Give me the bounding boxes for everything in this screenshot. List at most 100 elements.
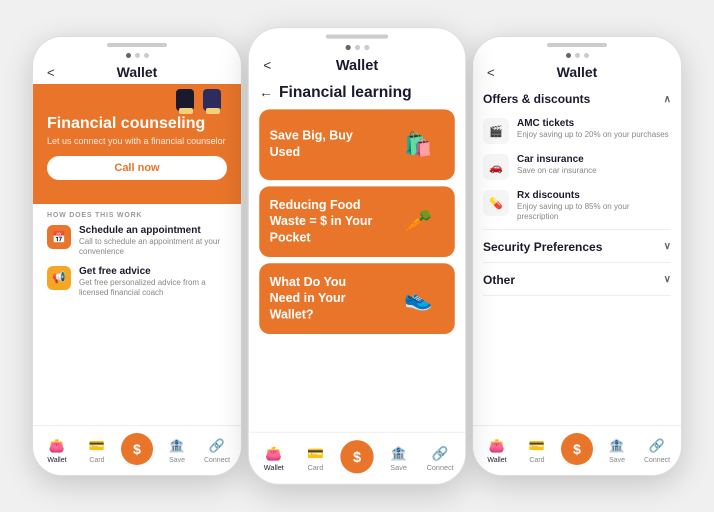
shoe-icon: 👟: [392, 273, 444, 325]
nav-connect-label: Connect: [204, 457, 230, 464]
amc-text: AMC tickets Enjoy saving up to 20% on yo…: [517, 118, 669, 140]
nav-save-label[interactable]: 🏦 Save: [378, 444, 420, 472]
nav-connect-label: Connect: [644, 457, 670, 464]
notch-bar: [326, 34, 388, 38]
save-icon: 🏦: [389, 444, 408, 463]
nav-card-label: Card: [529, 457, 544, 464]
nav-connect-label: Connect: [427, 465, 454, 472]
phone-2-content: ← Financial learning Save Big, Buy Used …: [249, 77, 465, 432]
security-title: Security Preferences: [483, 240, 602, 254]
save-icon: 🏦: [608, 437, 626, 455]
call-now-button[interactable]: Call now: [47, 156, 227, 180]
phone-notch-2: [249, 28, 465, 40]
nav-connect[interactable]: 🔗 Connect: [637, 437, 677, 464]
card-icon: 💳: [306, 444, 325, 463]
car-icon: 🚗: [483, 154, 509, 180]
how-item-1-desc: Call to schedule an appointment at your …: [79, 237, 227, 258]
nav-connect[interactable]: 🔗 Connect: [197, 437, 237, 464]
notch-bar: [107, 43, 167, 47]
card-icon: 💳: [88, 437, 106, 455]
notch-bar: [547, 43, 607, 47]
dot: [345, 45, 350, 50]
section-title: Financial learning: [279, 83, 412, 101]
card-1-title: Save Big, Buy Used: [270, 129, 375, 161]
hero-illustration: [171, 84, 231, 124]
nav-save-text: Save: [169, 457, 185, 464]
phone-dots-3: [473, 49, 681, 60]
nav-save-label[interactable]: 🏦 Save: [157, 437, 197, 464]
how-item-2-desc: Get free personalized advice from a lice…: [79, 278, 227, 299]
learning-card-1[interactable]: Save Big, Buy Used 🛍️: [259, 109, 455, 180]
security-header[interactable]: Security Preferences ∨: [483, 232, 671, 262]
card-3-title: What Do You Need in Your Wallet?: [270, 274, 375, 323]
chevron-down-icon: ∨: [664, 241, 671, 252]
nav-wallet[interactable]: 👛 Wallet: [477, 437, 517, 464]
back-arrow[interactable]: <: [47, 65, 55, 80]
pill-icon: 💊: [483, 190, 509, 216]
nav-card[interactable]: 💳 Card: [295, 444, 337, 472]
other-header[interactable]: Other ∨: [483, 265, 671, 295]
back-arrow[interactable]: <: [487, 65, 495, 80]
amc-title: AMC tickets: [517, 118, 669, 129]
chevron-up-icon: ∧: [664, 94, 671, 105]
dot: [364, 45, 369, 50]
dot: [144, 53, 149, 58]
bottom-nav-2: 👛 Wallet 💳 Card $ 🏦 Save 🔗 Connect: [249, 432, 465, 484]
nav-card-label: Card: [89, 457, 104, 464]
other-section: Other ∨: [483, 265, 671, 296]
phone-2: < Wallet ← Financial learning Save Big, …: [248, 27, 466, 485]
amc-desc: Enjoy saving up to 20% on your purchases: [517, 130, 669, 140]
rx-text: Rx discounts Enjoy saving up to 85% on y…: [517, 190, 671, 223]
nav-card[interactable]: 💳 Card: [77, 437, 117, 464]
calendar-icon: 📅: [47, 225, 71, 249]
phone-1: < Wallet Financial counseling Let us con…: [32, 36, 242, 476]
car-desc: Save on car insurance: [517, 166, 597, 176]
discount-amc: 🎬 AMC tickets Enjoy saving up to 20% on …: [483, 114, 671, 150]
learning-card-2[interactable]: Reducing Food Waste = $ in Your Pocket 🥕: [259, 186, 455, 257]
offers-title: Offers & discounts: [483, 92, 590, 106]
back-arrow-bold[interactable]: ←: [259, 84, 273, 100]
phone-3-header: < Wallet: [473, 60, 681, 84]
hero-subtitle: Let us connect you with a financial coun…: [47, 136, 227, 146]
how-item-2: 📢 Get free advice Get free personalized …: [47, 266, 227, 299]
learning-section: ← Financial learning Save Big, Buy Used …: [249, 77, 465, 432]
connect-icon: 🔗: [208, 437, 226, 455]
save-circle: $: [561, 433, 593, 465]
nav-save-label[interactable]: 🏦 Save: [597, 437, 637, 464]
save-circle: $: [340, 440, 373, 473]
chevron-down-icon: ∨: [664, 274, 671, 285]
car-title: Car insurance: [517, 154, 597, 165]
phone-2-header: < Wallet: [249, 52, 465, 77]
food-icon: 🥕: [392, 196, 444, 248]
save-circle: $: [121, 433, 153, 465]
discount-car: 🚗 Car insurance Save on car insurance: [483, 150, 671, 186]
wallet-icon: 👛: [488, 437, 506, 455]
wallet-icon: 👛: [264, 444, 283, 463]
other-title: Other: [483, 273, 515, 287]
dot: [575, 53, 580, 58]
phone-3: < Wallet Offers & discounts ∧ 🎬 AMC tick…: [472, 36, 682, 476]
nav-wallet-label: Wallet: [47, 457, 66, 464]
nav-wallet[interactable]: 👛 Wallet: [37, 437, 77, 464]
dot: [584, 53, 589, 58]
back-arrow[interactable]: <: [263, 57, 271, 73]
nav-save[interactable]: $: [117, 433, 157, 469]
car-text: Car insurance Save on car insurance: [517, 154, 597, 176]
rx-desc: Enjoy saving up to 85% on your prescript…: [517, 202, 671, 223]
nav-save-text: Save: [390, 465, 407, 472]
nav-wallet[interactable]: 👛 Wallet: [253, 444, 295, 472]
how-item-2-text: Get free advice Get free personalized ad…: [79, 266, 227, 299]
offers-header[interactable]: Offers & discounts ∧: [483, 84, 671, 114]
movie-icon: 🎬: [483, 118, 509, 144]
how-item-2-title: Get free advice: [79, 266, 227, 277]
page-title: Wallet: [117, 64, 158, 80]
nav-save[interactable]: $: [557, 433, 597, 469]
learning-card-3[interactable]: What Do You Need in Your Wallet? 👟: [259, 263, 455, 334]
dot: [135, 53, 140, 58]
nav-connect[interactable]: 🔗 Connect: [419, 444, 461, 472]
phone-1-header: < Wallet: [33, 60, 241, 84]
rx-title: Rx discounts: [517, 190, 671, 201]
save-icon: 🏦: [168, 437, 186, 455]
nav-card[interactable]: 💳 Card: [517, 437, 557, 464]
nav-save[interactable]: $: [336, 440, 378, 477]
